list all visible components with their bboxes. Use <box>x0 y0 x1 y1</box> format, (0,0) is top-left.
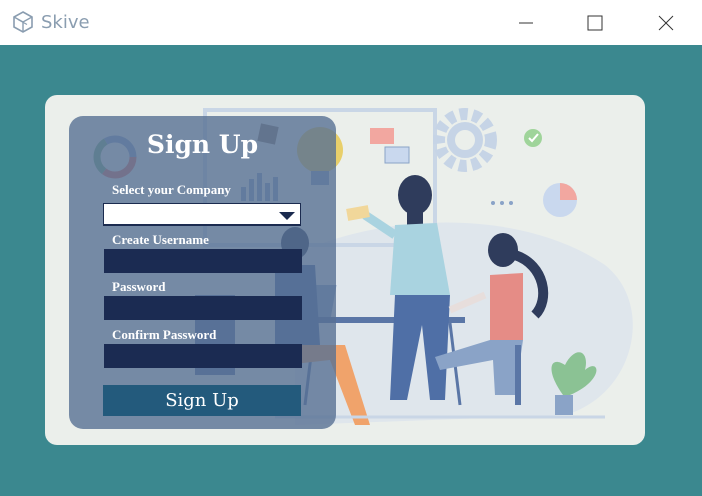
confirm-password-label: Confirm Password <box>112 327 217 342</box>
password-label: Password <box>112 279 166 294</box>
maximize-icon <box>587 15 603 30</box>
window-client-area: Sign Up Select your Company Create Usern… <box>0 45 702 496</box>
company-select[interactable] <box>103 203 301 226</box>
signup-button[interactable]: Sign Up <box>103 385 301 416</box>
form-title: Sign Up <box>146 130 259 159</box>
close-button[interactable] <box>643 0 689 45</box>
maximize-button[interactable] <box>572 0 618 45</box>
dropdown-arrow-icon <box>279 212 295 220</box>
close-icon <box>658 15 674 30</box>
skive-logo-icon <box>13 11 33 33</box>
minimize-icon <box>519 22 533 23</box>
password-input[interactable] <box>104 296 302 320</box>
username-input[interactable] <box>104 249 302 273</box>
window-title: Skive <box>41 12 90 33</box>
title-bar: Skive <box>0 0 702 45</box>
signup-form-panel: Sign Up Select your Company Create Usern… <box>69 116 336 429</box>
confirm-password-input[interactable] <box>104 344 302 368</box>
username-label: Create Username <box>112 232 209 247</box>
minimize-button[interactable] <box>503 0 549 45</box>
company-label: Select your Company <box>112 182 231 197</box>
